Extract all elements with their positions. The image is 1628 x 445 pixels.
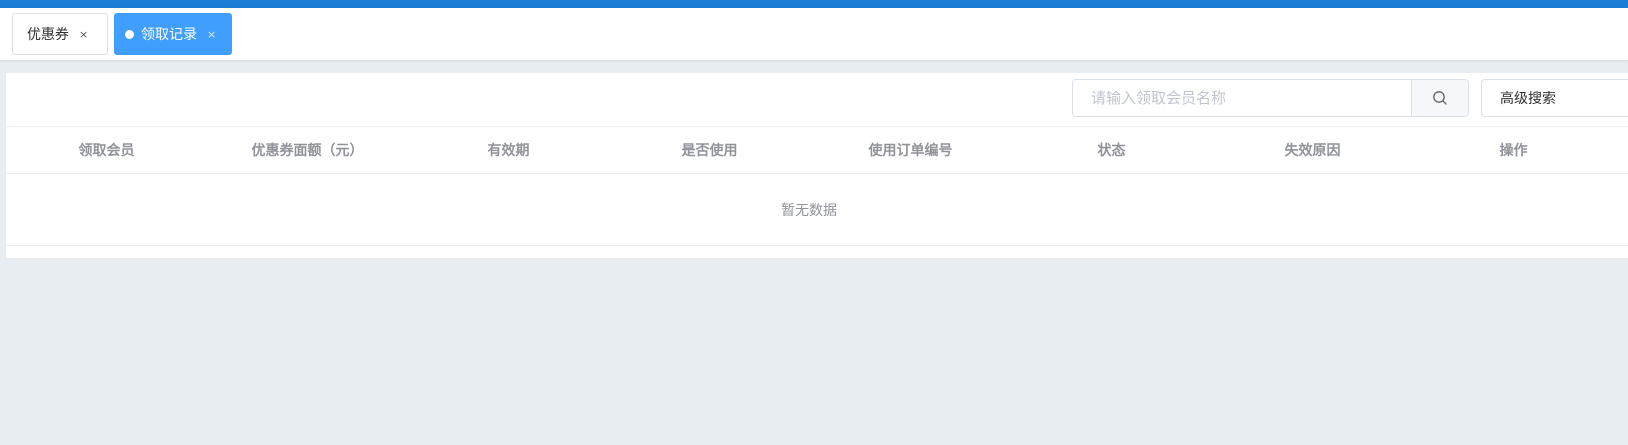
table-empty-row: 暂无数据 xyxy=(6,174,1628,246)
empty-text: 暂无数据 xyxy=(781,202,837,219)
column-header-coupon-amount[interactable]: 优惠券面额（元） xyxy=(207,127,408,173)
tab-coupon-label: 优惠券 xyxy=(27,27,69,43)
column-header-order-number[interactable]: 使用订单编号 xyxy=(810,127,1011,173)
member-search-input[interactable] xyxy=(1073,80,1411,116)
column-header-used[interactable]: 是否使用 xyxy=(609,127,810,173)
tab-coupon-close-icon[interactable]: × xyxy=(79,28,88,41)
tab-claim-records-label: 领取记录 xyxy=(141,27,197,43)
active-dot-icon xyxy=(125,29,134,39)
column-header-actions[interactable]: 操作 xyxy=(1413,127,1614,173)
column-header-validity[interactable]: 有效期 xyxy=(408,127,609,173)
content-panel: 高级搜索 领取会员 优惠券面额（元） 有效期 是否使用 使用订单编号 状态 失效… xyxy=(6,73,1628,258)
search-icon xyxy=(1433,91,1447,105)
table-header: 领取会员 优惠券面额（元） 有效期 是否使用 使用订单编号 状态 失效原因 操作 xyxy=(6,126,1628,174)
column-header-invalid-reason[interactable]: 失效原因 xyxy=(1212,127,1413,173)
tab-coupon[interactable]: 优惠券 × xyxy=(12,13,108,55)
column-header-status[interactable]: 状态 xyxy=(1011,127,1212,173)
search-box xyxy=(1072,79,1469,117)
advanced-search-button[interactable]: 高级搜索 xyxy=(1481,79,1628,117)
tabs-bar: 优惠券 × 领取记录 × xyxy=(0,8,1628,60)
tab-claim-records-close-icon[interactable]: × xyxy=(207,28,216,41)
advanced-search-label: 高级搜索 xyxy=(1500,91,1556,107)
column-header-member[interactable]: 领取会员 xyxy=(6,127,207,173)
toolbar: 高级搜索 xyxy=(6,73,1628,126)
search-button[interactable] xyxy=(1411,80,1468,116)
tab-claim-records[interactable]: 领取记录 × xyxy=(114,13,232,55)
top-bar xyxy=(0,0,1628,8)
